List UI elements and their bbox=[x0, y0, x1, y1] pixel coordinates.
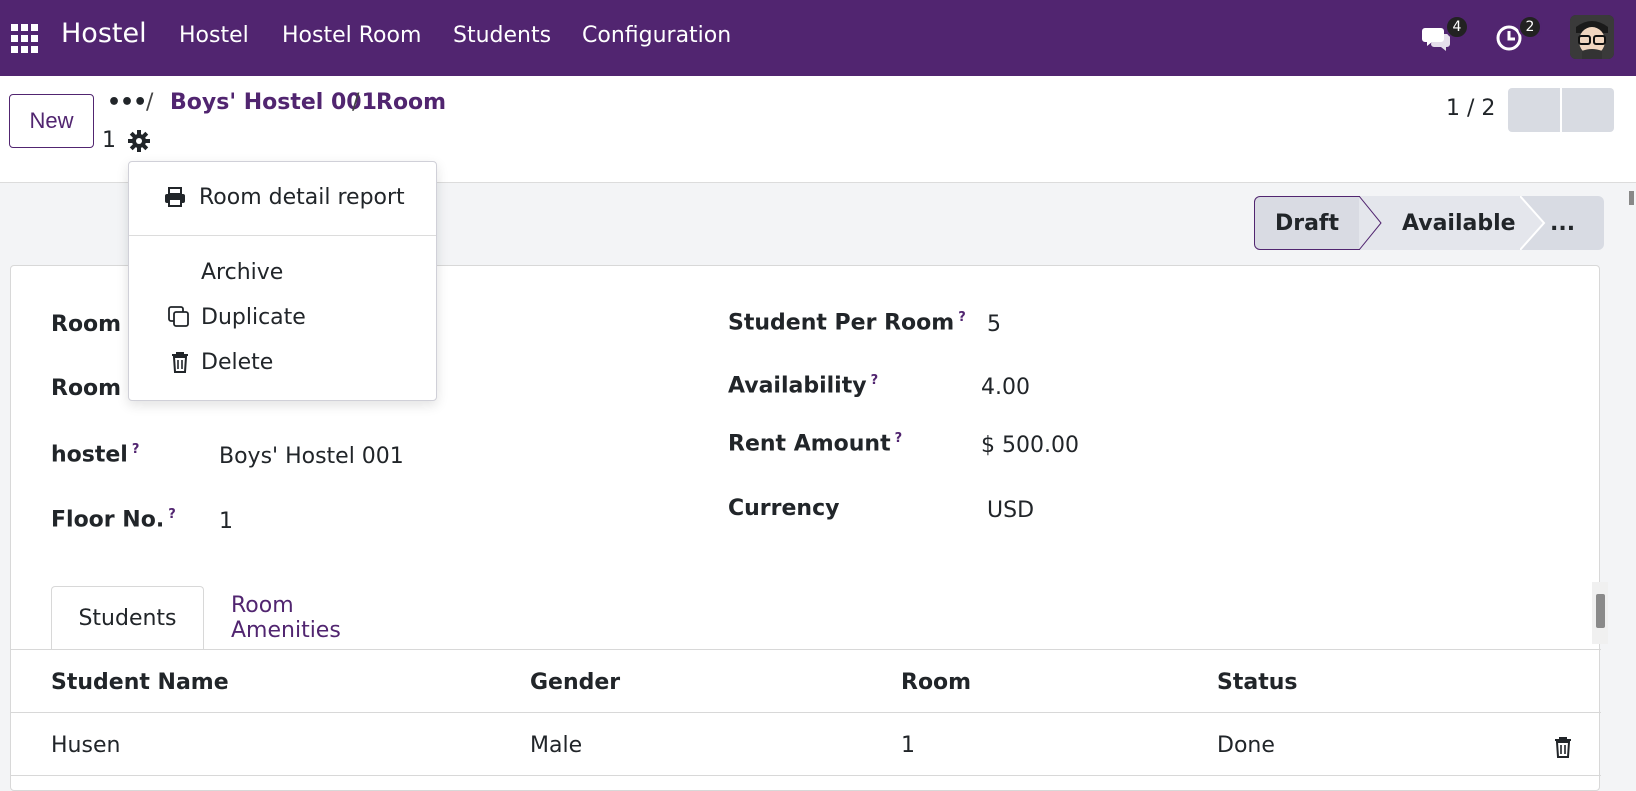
delete-row-icon[interactable] bbox=[1552, 735, 1574, 759]
delete-item[interactable]: Delete bbox=[129, 341, 436, 383]
archive-item[interactable]: Archive bbox=[129, 251, 436, 293]
column-status[interactable]: Status bbox=[1217, 670, 1297, 695]
actions-dropdown: Room detail report Archive Duplicate Del… bbox=[128, 161, 437, 401]
dropdown-divider bbox=[129, 235, 436, 236]
column-gender[interactable]: Gender bbox=[530, 670, 620, 695]
messages-badge: 4 bbox=[1445, 15, 1469, 39]
breadcrumb-separator: / bbox=[146, 90, 154, 115]
room-detail-report-label: Room detail report bbox=[199, 184, 405, 210]
tab-divider bbox=[11, 649, 1601, 650]
tab-students[interactable]: Students bbox=[51, 586, 204, 650]
menu-hostel[interactable]: Hostel bbox=[179, 23, 249, 48]
room-detail-report-item[interactable]: Room detail report bbox=[129, 176, 436, 218]
archive-label: Archive bbox=[201, 259, 284, 285]
stage-draft[interactable]: Draft bbox=[1254, 196, 1360, 250]
avatar[interactable] bbox=[1570, 15, 1614, 59]
duplicate-icon bbox=[167, 305, 191, 329]
duplicate-item[interactable]: Duplicate bbox=[129, 296, 436, 338]
new-button[interactable]: New bbox=[9, 94, 94, 148]
hostel-label: hostel? bbox=[51, 442, 140, 468]
rent-amount-label: Rent Amount? bbox=[728, 431, 903, 457]
currency-value[interactable]: USD bbox=[987, 498, 1034, 523]
print-icon bbox=[163, 185, 187, 209]
gear-icon[interactable] bbox=[126, 128, 152, 154]
activities-badge: 2 bbox=[1518, 15, 1542, 39]
stage-available[interactable]: Available bbox=[1360, 196, 1520, 250]
availability-label: Availability? bbox=[728, 373, 879, 399]
floor-no-value[interactable]: 1 bbox=[219, 509, 233, 534]
currency-label: Currency bbox=[728, 496, 840, 521]
menu-students[interactable]: Students bbox=[453, 23, 551, 48]
tab-room-amenities[interactable]: Room Amenities bbox=[231, 586, 341, 650]
column-room[interactable]: Room bbox=[901, 670, 971, 695]
table-row-divider bbox=[11, 775, 1601, 776]
table-scrollbar-thumb[interactable] bbox=[1596, 594, 1605, 628]
pager-previous-button[interactable] bbox=[1508, 88, 1560, 132]
menu-hostel-room[interactable]: Hostel Room bbox=[282, 23, 421, 48]
student-per-room-value[interactable]: 5 bbox=[987, 312, 1001, 337]
breadcrumb-separator: / bbox=[352, 90, 360, 115]
rent-amount-value[interactable]: $ 500.00 bbox=[981, 433, 1079, 458]
page-scrollbar-thumb[interactable] bbox=[1629, 191, 1634, 205]
cell-room[interactable]: 1 bbox=[901, 733, 915, 758]
top-navbar: Hostel Hostel Hostel Room Students Confi… bbox=[0, 0, 1636, 76]
table-scrollbar[interactable] bbox=[1592, 582, 1608, 644]
pager-next-button[interactable] bbox=[1562, 88, 1614, 132]
column-student-name[interactable]: Student Name bbox=[51, 670, 229, 695]
status-bar: Draft Available ... bbox=[1254, 196, 1604, 250]
cell-student-name[interactable]: Husen bbox=[51, 733, 120, 758]
apps-grid-icon[interactable] bbox=[11, 24, 41, 54]
delete-label: Delete bbox=[201, 349, 274, 375]
student-per-room-label: Student Per Room? bbox=[728, 310, 966, 336]
page-scrollbar[interactable] bbox=[1626, 183, 1636, 791]
breadcrumb-hostel[interactable]: Boys' Hostel 001 bbox=[170, 90, 377, 115]
breadcrumb-room: Room bbox=[376, 90, 447, 115]
menu-configuration[interactable]: Configuration bbox=[582, 23, 731, 48]
table-header-divider bbox=[11, 712, 1601, 713]
duplicate-label: Duplicate bbox=[201, 304, 306, 330]
app-brand[interactable]: Hostel bbox=[61, 18, 147, 49]
record-id: 1 bbox=[102, 128, 116, 153]
cell-status[interactable]: Done bbox=[1217, 733, 1275, 758]
trash-icon bbox=[169, 350, 193, 374]
availability-value: 4.00 bbox=[981, 375, 1030, 400]
cell-gender[interactable]: Male bbox=[530, 733, 582, 758]
floor-no-label: Floor No.? bbox=[51, 507, 176, 533]
stage-arrow-1 bbox=[1359, 196, 1382, 250]
hostel-value[interactable]: Boys' Hostel 001 bbox=[219, 444, 404, 469]
breadcrumb-more[interactable]: ••• bbox=[107, 90, 147, 115]
pager-value: 1 / 2 bbox=[1446, 96, 1496, 121]
stage-arrow-2 bbox=[1520, 196, 1546, 250]
